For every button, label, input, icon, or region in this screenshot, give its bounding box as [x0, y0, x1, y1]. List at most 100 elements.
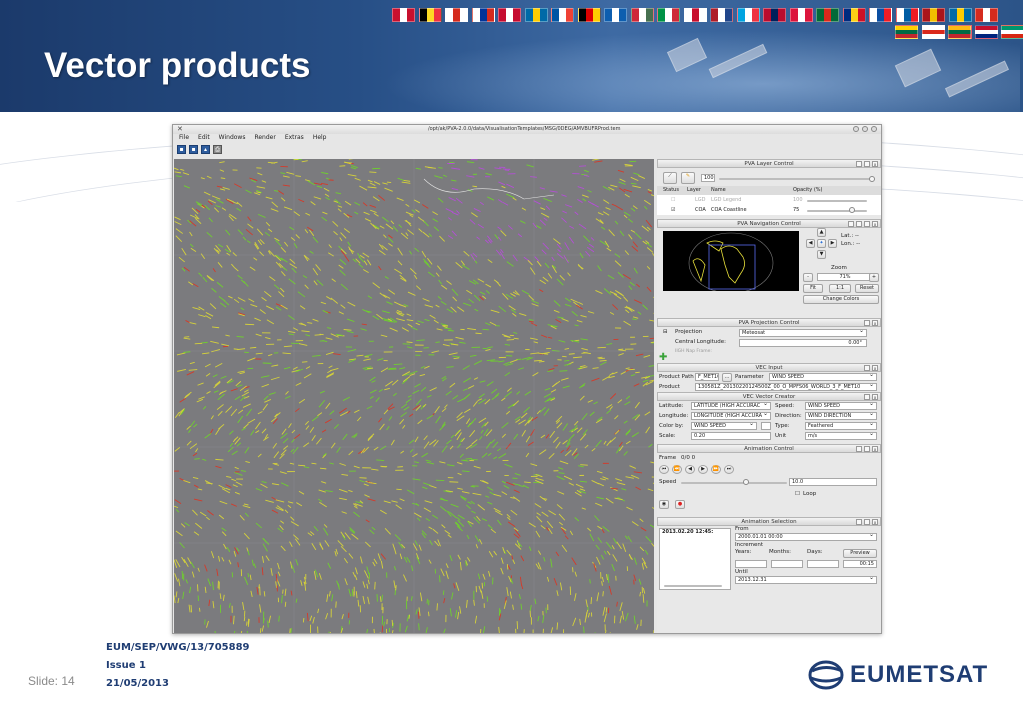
close-icon[interactable]: x [872, 394, 878, 400]
months-field[interactable] [771, 560, 803, 568]
dock-icon[interactable] [856, 221, 862, 227]
dock-icon[interactable] [856, 446, 862, 452]
frame-list[interactable]: 2013.02.20 12:45: [659, 528, 731, 590]
maximize-button[interactable] [862, 126, 868, 132]
product-path-field[interactable]: F_MET10 [695, 373, 719, 381]
float-icon[interactable] [864, 446, 870, 452]
until-select[interactable]: 2013.12.31 [735, 576, 877, 584]
float-icon[interactable] [864, 161, 870, 167]
pan-up-button[interactable]: ▲ [817, 228, 826, 237]
layer-row[interactable]: ☐ LGD LGD Legend 100 [657, 195, 881, 205]
close-icon[interactable]: x [872, 320, 878, 326]
layer-tool-icon[interactable]: ⟋ [663, 172, 677, 184]
layer-checkbox[interactable]: ☑ [671, 205, 675, 215]
print-icon[interactable]: ⎙ [213, 145, 222, 154]
snapshot-icon[interactable]: ◉ [659, 500, 669, 509]
menu-windows[interactable]: Windows [219, 134, 246, 143]
close-icon[interactable]: x [872, 519, 878, 525]
window-titlebar[interactable]: ✕ /opt/ak/PVA-2.0.0/data/VisualisationTe… [173, 125, 881, 134]
unit-select[interactable]: m/s [805, 432, 877, 440]
dock-icon[interactable] [856, 161, 862, 167]
preview-button[interactable]: Preview [843, 549, 877, 558]
save-icon[interactable]: ▪ [177, 145, 186, 154]
product-select[interactable]: 130581Z_20130220124500Z_00_O_MPFS06_WORL… [695, 383, 877, 391]
menu-render[interactable]: Render [254, 134, 275, 143]
float-icon[interactable] [864, 221, 870, 227]
pan-right-button[interactable]: ▶ [828, 239, 837, 248]
pan-down-button[interactable]: ▼ [817, 250, 826, 259]
vec-vector-creator-header[interactable]: VEC Vector Creator x [657, 392, 881, 401]
last-frame-button[interactable]: ⏭ [724, 465, 734, 474]
close-icon[interactable]: x [872, 161, 878, 167]
menu-file[interactable]: File [179, 134, 189, 143]
layer-opacity-slider[interactable] [849, 207, 855, 213]
save-as-icon[interactable]: ▪ [189, 145, 198, 154]
center-icon[interactable]: ✦ [817, 239, 826, 248]
wind-vector [177, 368, 186, 372]
zoom-field[interactable]: 71% [817, 273, 871, 281]
play-button[interactable]: ▶ [698, 465, 708, 474]
direction-select[interactable]: WIND DIRECTION [805, 412, 877, 420]
opacity-value-field[interactable]: 100 [701, 174, 715, 182]
minimize-button[interactable] [853, 126, 859, 132]
menu-help[interactable]: Help [313, 134, 327, 143]
add-plugin-icon[interactable]: ✚ [659, 353, 667, 363]
change-colors-button[interactable]: Change Colors [803, 295, 879, 304]
animation-control-header[interactable]: Animation Control x [657, 444, 881, 453]
browse-button[interactable]: ... [722, 373, 732, 382]
days-field[interactable] [807, 560, 839, 568]
colorby-select[interactable]: WIND SPEED [691, 422, 757, 430]
wind-vector [415, 322, 420, 326]
menu-extras[interactable]: Extras [285, 134, 304, 143]
export-icon[interactable]: ▴ [201, 145, 210, 154]
float-icon[interactable] [864, 519, 870, 525]
float-icon[interactable] [864, 394, 870, 400]
loop-checkbox[interactable]: ☐ [795, 489, 800, 499]
one-to-one-button[interactable]: 1:1 [829, 284, 851, 293]
animation-selection-header[interactable]: Animation Selection x [657, 517, 881, 526]
speed-slider[interactable] [743, 479, 749, 485]
float-icon[interactable] [864, 320, 870, 326]
zoom-out-button[interactable]: - [803, 273, 813, 282]
map-view[interactable] [174, 159, 654, 633]
color-swatch[interactable] [761, 422, 771, 430]
dock-icon[interactable] [856, 519, 862, 525]
reset-button[interactable]: Reset [855, 284, 879, 293]
nav-save-icon[interactable] [848, 221, 854, 227]
longitude-select[interactable]: LONGITUDE (HIGH ACCURA [691, 412, 771, 420]
time-spinbox[interactable]: 00:15 [843, 560, 877, 568]
fit-button[interactable]: Fit [803, 284, 823, 293]
projection-control-header[interactable]: PVA Projection Control x [657, 318, 881, 327]
layer-checkbox[interactable]: ☐ [671, 195, 675, 205]
collapse-icon[interactable]: ⊟ [663, 327, 668, 337]
speed-select[interactable]: WIND SPEED [805, 402, 877, 410]
step-forward-button[interactable]: ⏩ [711, 465, 721, 474]
menu-edit[interactable]: Edit [198, 134, 210, 143]
overview-globe[interactable] [663, 231, 799, 291]
record-icon[interactable]: ● [675, 500, 685, 509]
close-button[interactable] [871, 126, 877, 132]
speed-spinbox[interactable]: 10.0 [789, 478, 877, 486]
projection-select[interactable]: Meteosat [739, 329, 867, 337]
close-icon[interactable]: x [872, 221, 878, 227]
float-icon[interactable] [864, 365, 870, 371]
navigation-control-header[interactable]: PVA Navigation Control x [657, 219, 881, 228]
opacity-slider[interactable] [869, 176, 875, 182]
zoom-in-button[interactable]: + [869, 273, 879, 282]
vec-input-header[interactable]: VEC Input x [657, 363, 881, 372]
type-select[interactable]: Feathered [805, 422, 877, 430]
step-back-button[interactable]: ◀ [685, 465, 695, 474]
latitude-select[interactable]: LATITUDE (HIGH ACCURAC [691, 402, 771, 410]
scale-spinbox[interactable]: 0.20 [691, 432, 771, 440]
rewind-button[interactable]: ⏪ [672, 465, 682, 474]
parameter-select[interactable]: WIND SPEED [769, 373, 877, 381]
close-icon[interactable]: x [872, 365, 878, 371]
close-icon[interactable]: x [872, 446, 878, 452]
layer-control-header[interactable]: PVA Layer Control x [657, 159, 881, 168]
central-longitude-field[interactable]: 0.00° [739, 339, 867, 347]
first-frame-button[interactable]: ⏮ [659, 465, 669, 474]
list-item[interactable]: 2013.02.20 12:45: [662, 527, 713, 537]
layer-row[interactable]: ☑ COA COA Coastline 75 [657, 205, 881, 215]
brush-icon[interactable]: ✎ [681, 172, 695, 184]
pan-left-button[interactable]: ◀ [806, 239, 815, 248]
